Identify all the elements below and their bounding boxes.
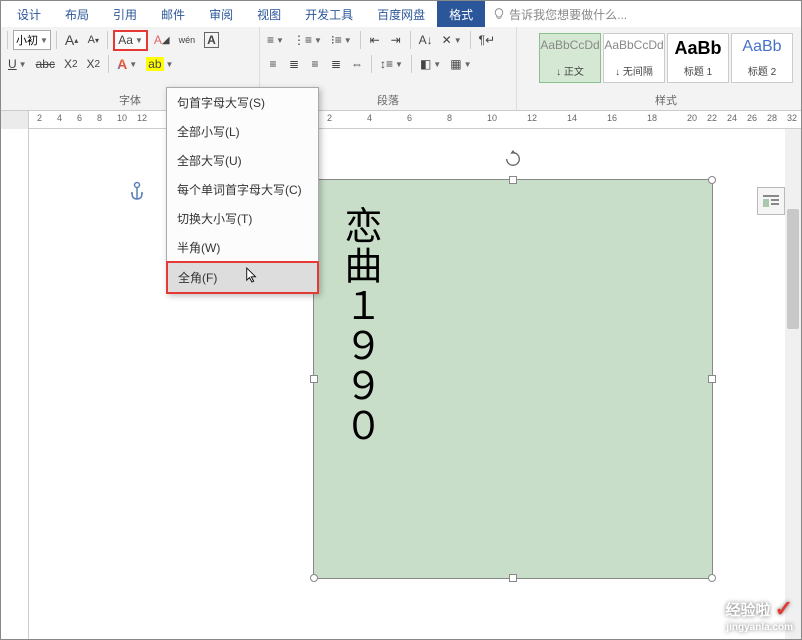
vertical-scrollbar[interactable] bbox=[785, 129, 801, 639]
resize-handle-se[interactable] bbox=[708, 574, 716, 582]
align-left-button[interactable]: ≡ bbox=[264, 54, 282, 74]
tab-mailings[interactable]: 邮件 bbox=[149, 1, 197, 28]
resize-handle-w[interactable] bbox=[310, 375, 318, 383]
asian-layout-button[interactable]: ✕▼ bbox=[439, 30, 465, 50]
style-normal[interactable]: AaBbCcDd ↓ 正文 bbox=[539, 33, 601, 83]
tab-review[interactable]: 审阅 bbox=[197, 1, 245, 28]
sort-button[interactable]: A↓ bbox=[416, 30, 436, 50]
text-effects-button[interactable]: A▼ bbox=[114, 54, 140, 74]
resize-handle-sw[interactable] bbox=[310, 574, 318, 582]
style-heading1[interactable]: AaBb 标题 1 bbox=[667, 33, 729, 83]
resize-handle-n[interactable] bbox=[509, 176, 517, 184]
workspace: 恋曲１９９０ bbox=[1, 129, 801, 639]
ruler-corner bbox=[1, 111, 29, 129]
show-marks-button[interactable]: ¶↵ bbox=[476, 30, 499, 50]
ribbon: 小初▼ A▴ A▾ Aa▼ A◢ wén A U▼ abc X2 X2 A▼ bbox=[1, 27, 801, 111]
tell-me-search[interactable]: 告诉我您想要做什么... bbox=[485, 6, 635, 23]
layout-options-button[interactable] bbox=[757, 187, 785, 215]
ruler-horizontal[interactable]: 2 4 6 8 10 12 2 4 6 8 10 12 14 16 18 20 … bbox=[1, 111, 801, 129]
case-capitalize-each[interactable]: 每个单词首字母大写(C) bbox=[167, 175, 318, 204]
grow-font-button[interactable]: A▴ bbox=[62, 30, 81, 50]
watermark: 经验啦 ✓ jingyanla.com bbox=[726, 596, 793, 633]
text-box-content[interactable]: 恋曲１９９０ bbox=[314, 180, 405, 472]
clear-format-button[interactable]: A◢ bbox=[151, 30, 173, 50]
numbering-button[interactable]: ⋮≡▼ bbox=[290, 30, 325, 50]
line-spacing-button[interactable]: ↕≡▼ bbox=[377, 54, 406, 74]
indent-dec-button[interactable]: ⇤ bbox=[366, 30, 384, 50]
style-heading2[interactable]: AaBb 标题 2 bbox=[731, 33, 793, 83]
resize-handle-s[interactable] bbox=[509, 574, 517, 582]
tab-baidu[interactable]: 百度网盘 bbox=[365, 1, 437, 28]
menu-bar: 设计 布局 引用 邮件 审阅 视图 开发工具 百度网盘 格式 告诉我您想要做什么… bbox=[1, 1, 801, 27]
underline-button[interactable]: U▼ bbox=[5, 54, 30, 74]
distribute-button[interactable]: ⇔ bbox=[348, 54, 366, 74]
align-right-button[interactable]: ≡ bbox=[306, 54, 324, 74]
tell-me-placeholder: 告诉我您想要做什么... bbox=[509, 6, 627, 23]
styles-group-label: 样式 bbox=[535, 90, 797, 110]
superscript-button[interactable]: X2 bbox=[84, 54, 104, 74]
borders-button[interactable]: ▦▼ bbox=[447, 54, 474, 74]
lightbulb-icon bbox=[493, 8, 505, 20]
shading-button[interactable]: ◧▼ bbox=[417, 54, 444, 74]
strike-button[interactable]: abc bbox=[33, 54, 58, 74]
anchor-icon bbox=[129, 181, 145, 201]
resize-handle-e[interactable] bbox=[708, 375, 716, 383]
case-halfwidth[interactable]: 半角(W) bbox=[167, 233, 318, 262]
change-case-dropdown: 句首字母大写(S) 全部小写(L) 全部大写(U) 每个单词首字母大写(C) 切… bbox=[166, 87, 319, 294]
tab-design[interactable]: 设计 bbox=[5, 1, 53, 28]
mouse-cursor-icon bbox=[245, 266, 259, 284]
font-size-select[interactable]: 小初▼ bbox=[13, 30, 51, 50]
tab-layout[interactable]: 布局 bbox=[53, 1, 101, 28]
indent-inc-button[interactable]: ⇥ bbox=[387, 30, 405, 50]
case-fullwidth[interactable]: 全角(F) bbox=[166, 261, 319, 294]
tab-format[interactable]: 格式 bbox=[437, 1, 485, 28]
check-icon: ✓ bbox=[775, 596, 793, 622]
subscript-button[interactable]: X2 bbox=[61, 54, 81, 74]
pinyin-button[interactable]: wén bbox=[176, 30, 199, 50]
text-box[interactable]: 恋曲１９９０ bbox=[313, 179, 713, 579]
tab-references[interactable]: 引用 bbox=[101, 1, 149, 28]
align-center-button[interactable]: ≣ bbox=[285, 54, 303, 74]
layout-options-icon bbox=[762, 194, 780, 208]
rotate-handle-icon[interactable] bbox=[504, 150, 522, 168]
align-justify-button[interactable]: ≣ bbox=[327, 54, 345, 74]
char-border-button[interactable]: A bbox=[201, 30, 222, 50]
case-sentence[interactable]: 句首字母大写(S) bbox=[167, 88, 318, 117]
document-canvas[interactable]: 恋曲１９９０ bbox=[29, 129, 801, 639]
scrollbar-thumb[interactable] bbox=[787, 209, 799, 329]
bullets-button[interactable]: ≡▼ bbox=[264, 30, 287, 50]
ribbon-group-styles: AaBbCcDd ↓ 正文 AaBbCcDd ↓ 无间隔 AaBb 标题 1 A… bbox=[531, 27, 801, 110]
case-toggle[interactable]: 切换大小写(T) bbox=[167, 204, 318, 233]
case-uppercase[interactable]: 全部大写(U) bbox=[167, 146, 318, 175]
tab-developer[interactable]: 开发工具 bbox=[293, 1, 365, 28]
change-case-button[interactable]: Aa▼ bbox=[113, 30, 148, 51]
multilevel-button[interactable]: ⁝≡▼ bbox=[328, 30, 355, 50]
tab-view[interactable]: 视图 bbox=[245, 1, 293, 28]
case-lowercase[interactable]: 全部小写(L) bbox=[167, 117, 318, 146]
ruler-vertical[interactable] bbox=[1, 129, 29, 639]
highlight-button[interactable]: ab▼ bbox=[143, 54, 176, 74]
shrink-font-button[interactable]: A▾ bbox=[84, 30, 102, 50]
style-nospacing[interactable]: AaBbCcDd ↓ 无间隔 bbox=[603, 33, 665, 83]
resize-handle-ne[interactable] bbox=[708, 176, 716, 184]
